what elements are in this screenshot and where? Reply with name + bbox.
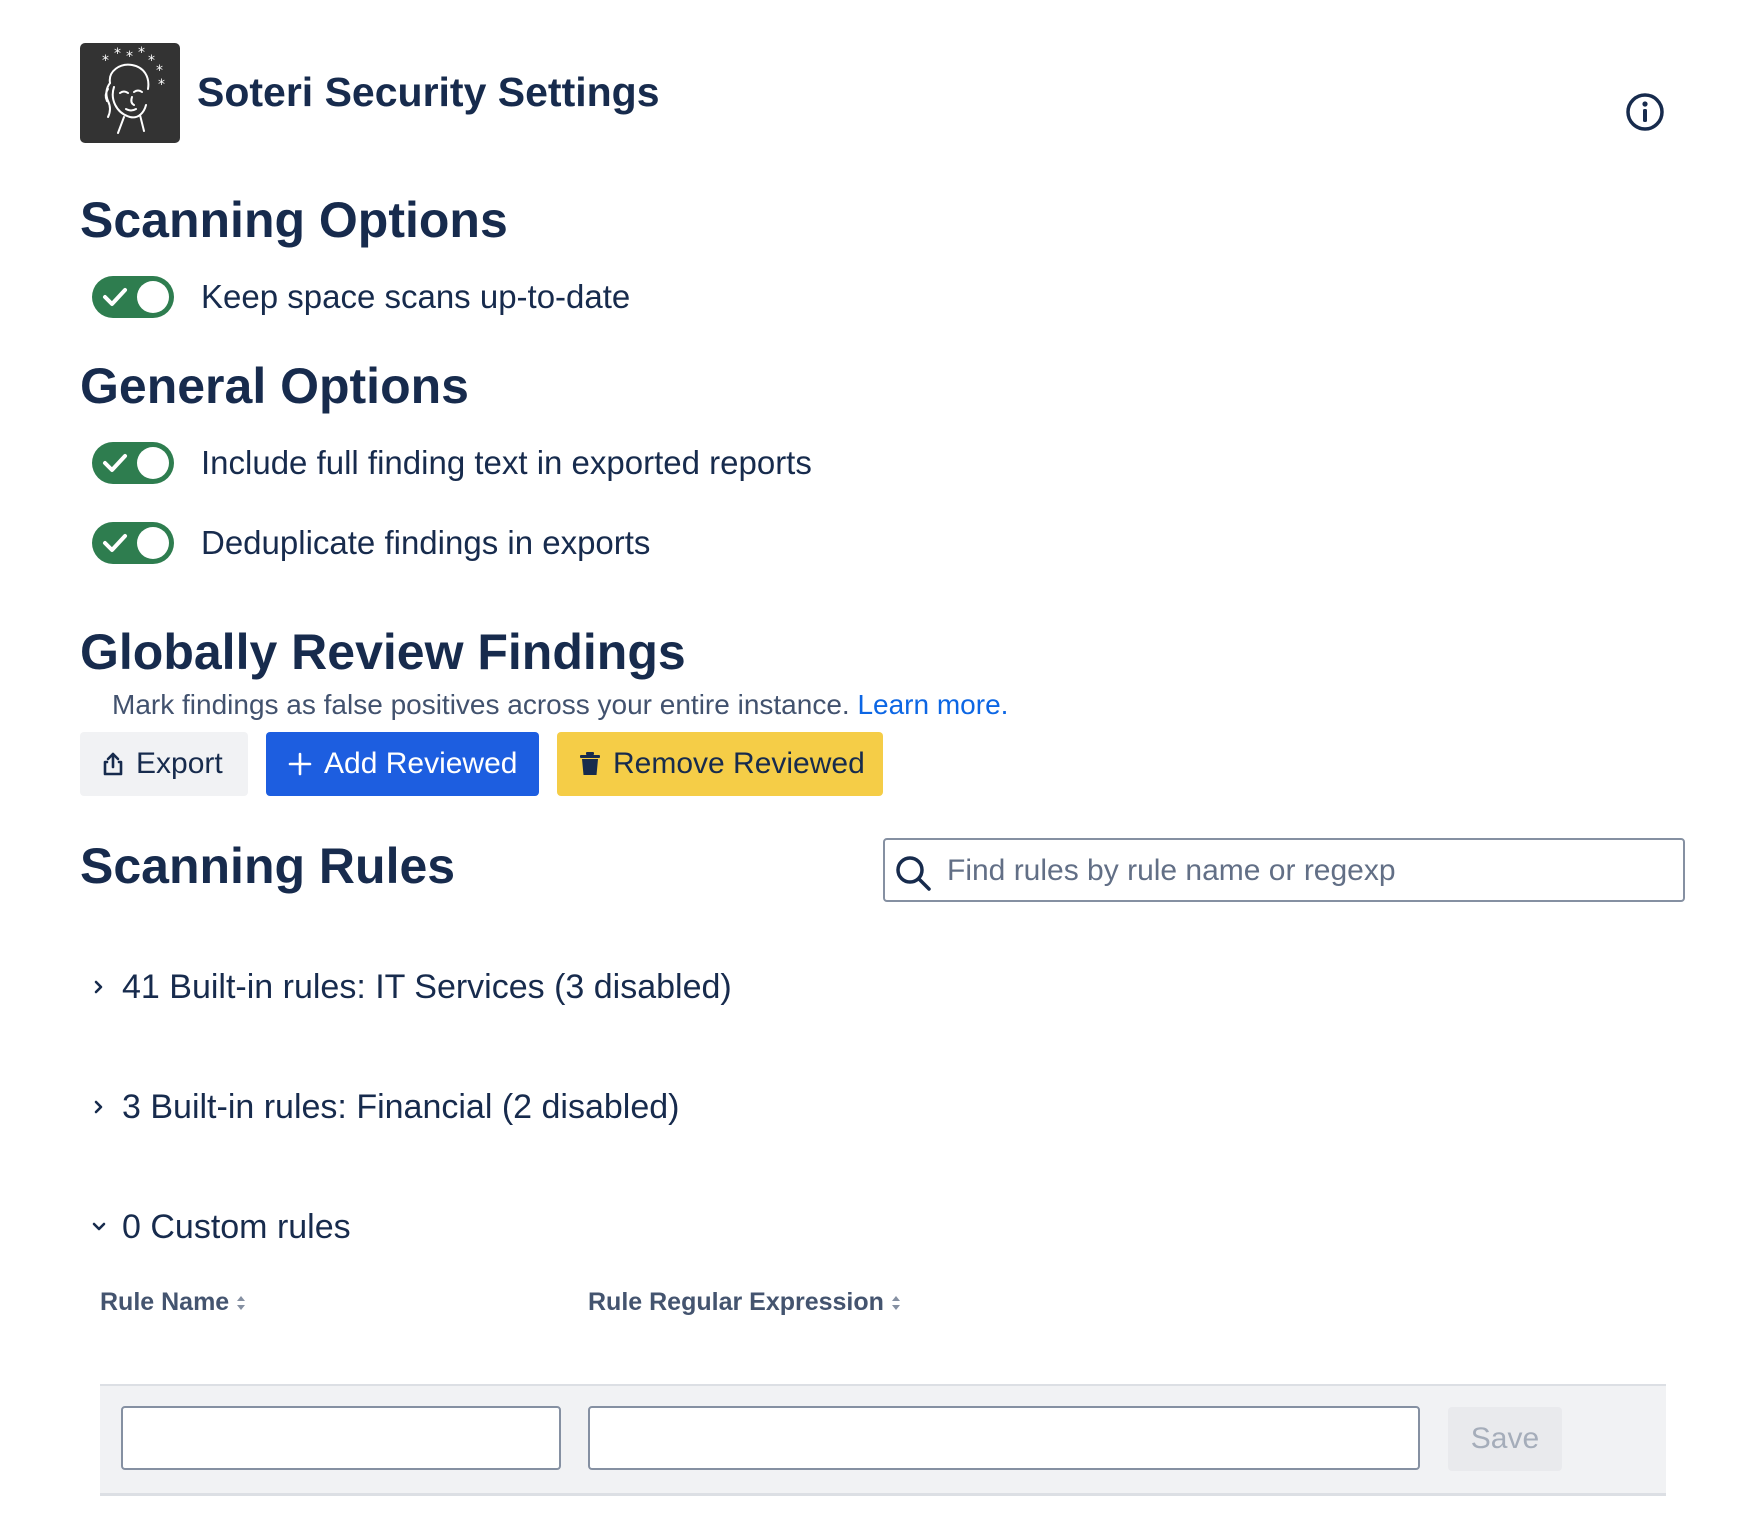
toggle-knob	[137, 281, 169, 313]
add-reviewed-label: Add Reviewed	[324, 747, 518, 780]
global-review-heading: Globally Review Findings	[80, 624, 686, 680]
remove-reviewed-label: Remove Reviewed	[613, 747, 865, 780]
toggle-label: Include full finding text in exported re…	[201, 444, 812, 481]
check-icon	[103, 288, 127, 306]
soteri-face-logo-icon: * * * * ** *	[102, 45, 165, 134]
svg-text:*: *	[102, 53, 109, 69]
rule-name-field[interactable]	[121, 1406, 561, 1470]
app-title: Soteri Security Settings	[197, 69, 660, 115]
chevron-right-icon	[88, 979, 110, 995]
check-icon	[103, 534, 127, 552]
search-icon	[896, 856, 931, 891]
app-logo: * * * * * * *	[80, 43, 180, 143]
svg-text:*: *	[138, 45, 145, 61]
general-options-heading: General Options	[80, 358, 469, 414]
svg-text:*: *	[126, 49, 133, 65]
global-review-description: Mark findings as false positives across …	[112, 686, 1008, 724]
trash-icon	[579, 751, 601, 777]
rule-regex-field[interactable]	[588, 1406, 1420, 1470]
remove-reviewed-button[interactable]: Remove Reviewed	[557, 732, 883, 796]
save-button[interactable]: Save	[1448, 1407, 1562, 1471]
plus-icon	[288, 752, 312, 776]
column-header-label: Rule Regular Expression	[588, 1288, 884, 1316]
toggle-label: Deduplicate findings in exports	[201, 524, 651, 561]
toggle-keep-scans-up-to-date[interactable]	[92, 276, 174, 318]
info-icon[interactable]	[1624, 91, 1666, 133]
rule-group-label: 0 Custom rules	[122, 1207, 351, 1246]
learn-more-link[interactable]: Learn more.	[857, 689, 1008, 720]
toggle-knob	[137, 447, 169, 479]
export-label: Export	[136, 747, 223, 780]
toggle-full-finding-text[interactable]	[92, 442, 174, 484]
toggle-label: Keep space scans up-to-date	[201, 278, 631, 315]
sort-icon	[890, 1293, 902, 1313]
description-text: Mark findings as false positives across …	[112, 689, 850, 720]
rule-group-label: 3 Built-in rules: Financial (2 disabled)	[122, 1087, 680, 1126]
rule-group-label: 41 Built-in rules: IT Services (3 disabl…	[122, 967, 732, 1006]
sort-icon	[235, 1293, 247, 1313]
rule-group-financial[interactable]: 3 Built-in rules: Financial (2 disabled)	[88, 1082, 679, 1132]
svg-text:*: *	[158, 77, 165, 93]
chevron-down-icon	[88, 1221, 110, 1233]
check-icon	[103, 454, 127, 472]
scanning-options-heading: Scanning Options	[80, 192, 508, 248]
export-icon	[102, 751, 124, 777]
column-header-label: Rule Name	[100, 1288, 230, 1316]
rule-search-box[interactable]	[883, 838, 1685, 902]
svg-text:*: *	[114, 46, 121, 62]
toggle-knob	[137, 527, 169, 559]
scanning-rules-heading: Scanning Rules	[80, 838, 456, 894]
add-reviewed-button[interactable]: Add Reviewed	[266, 732, 539, 796]
rule-group-it-services[interactable]: 41 Built-in rules: IT Services (3 disabl…	[88, 962, 732, 1012]
column-header-rule-name[interactable]: Rule Name	[100, 1288, 247, 1317]
toggle-deduplicate-findings[interactable]	[92, 522, 174, 564]
rule-search-input[interactable]	[945, 848, 1669, 894]
column-header-rule-regex[interactable]: Rule Regular Expression	[588, 1288, 902, 1317]
export-button[interactable]: Export	[80, 732, 248, 796]
chevron-right-icon	[88, 1099, 110, 1115]
svg-text:*: *	[148, 53, 155, 69]
rule-group-custom[interactable]: 0 Custom rules	[88, 1202, 351, 1252]
